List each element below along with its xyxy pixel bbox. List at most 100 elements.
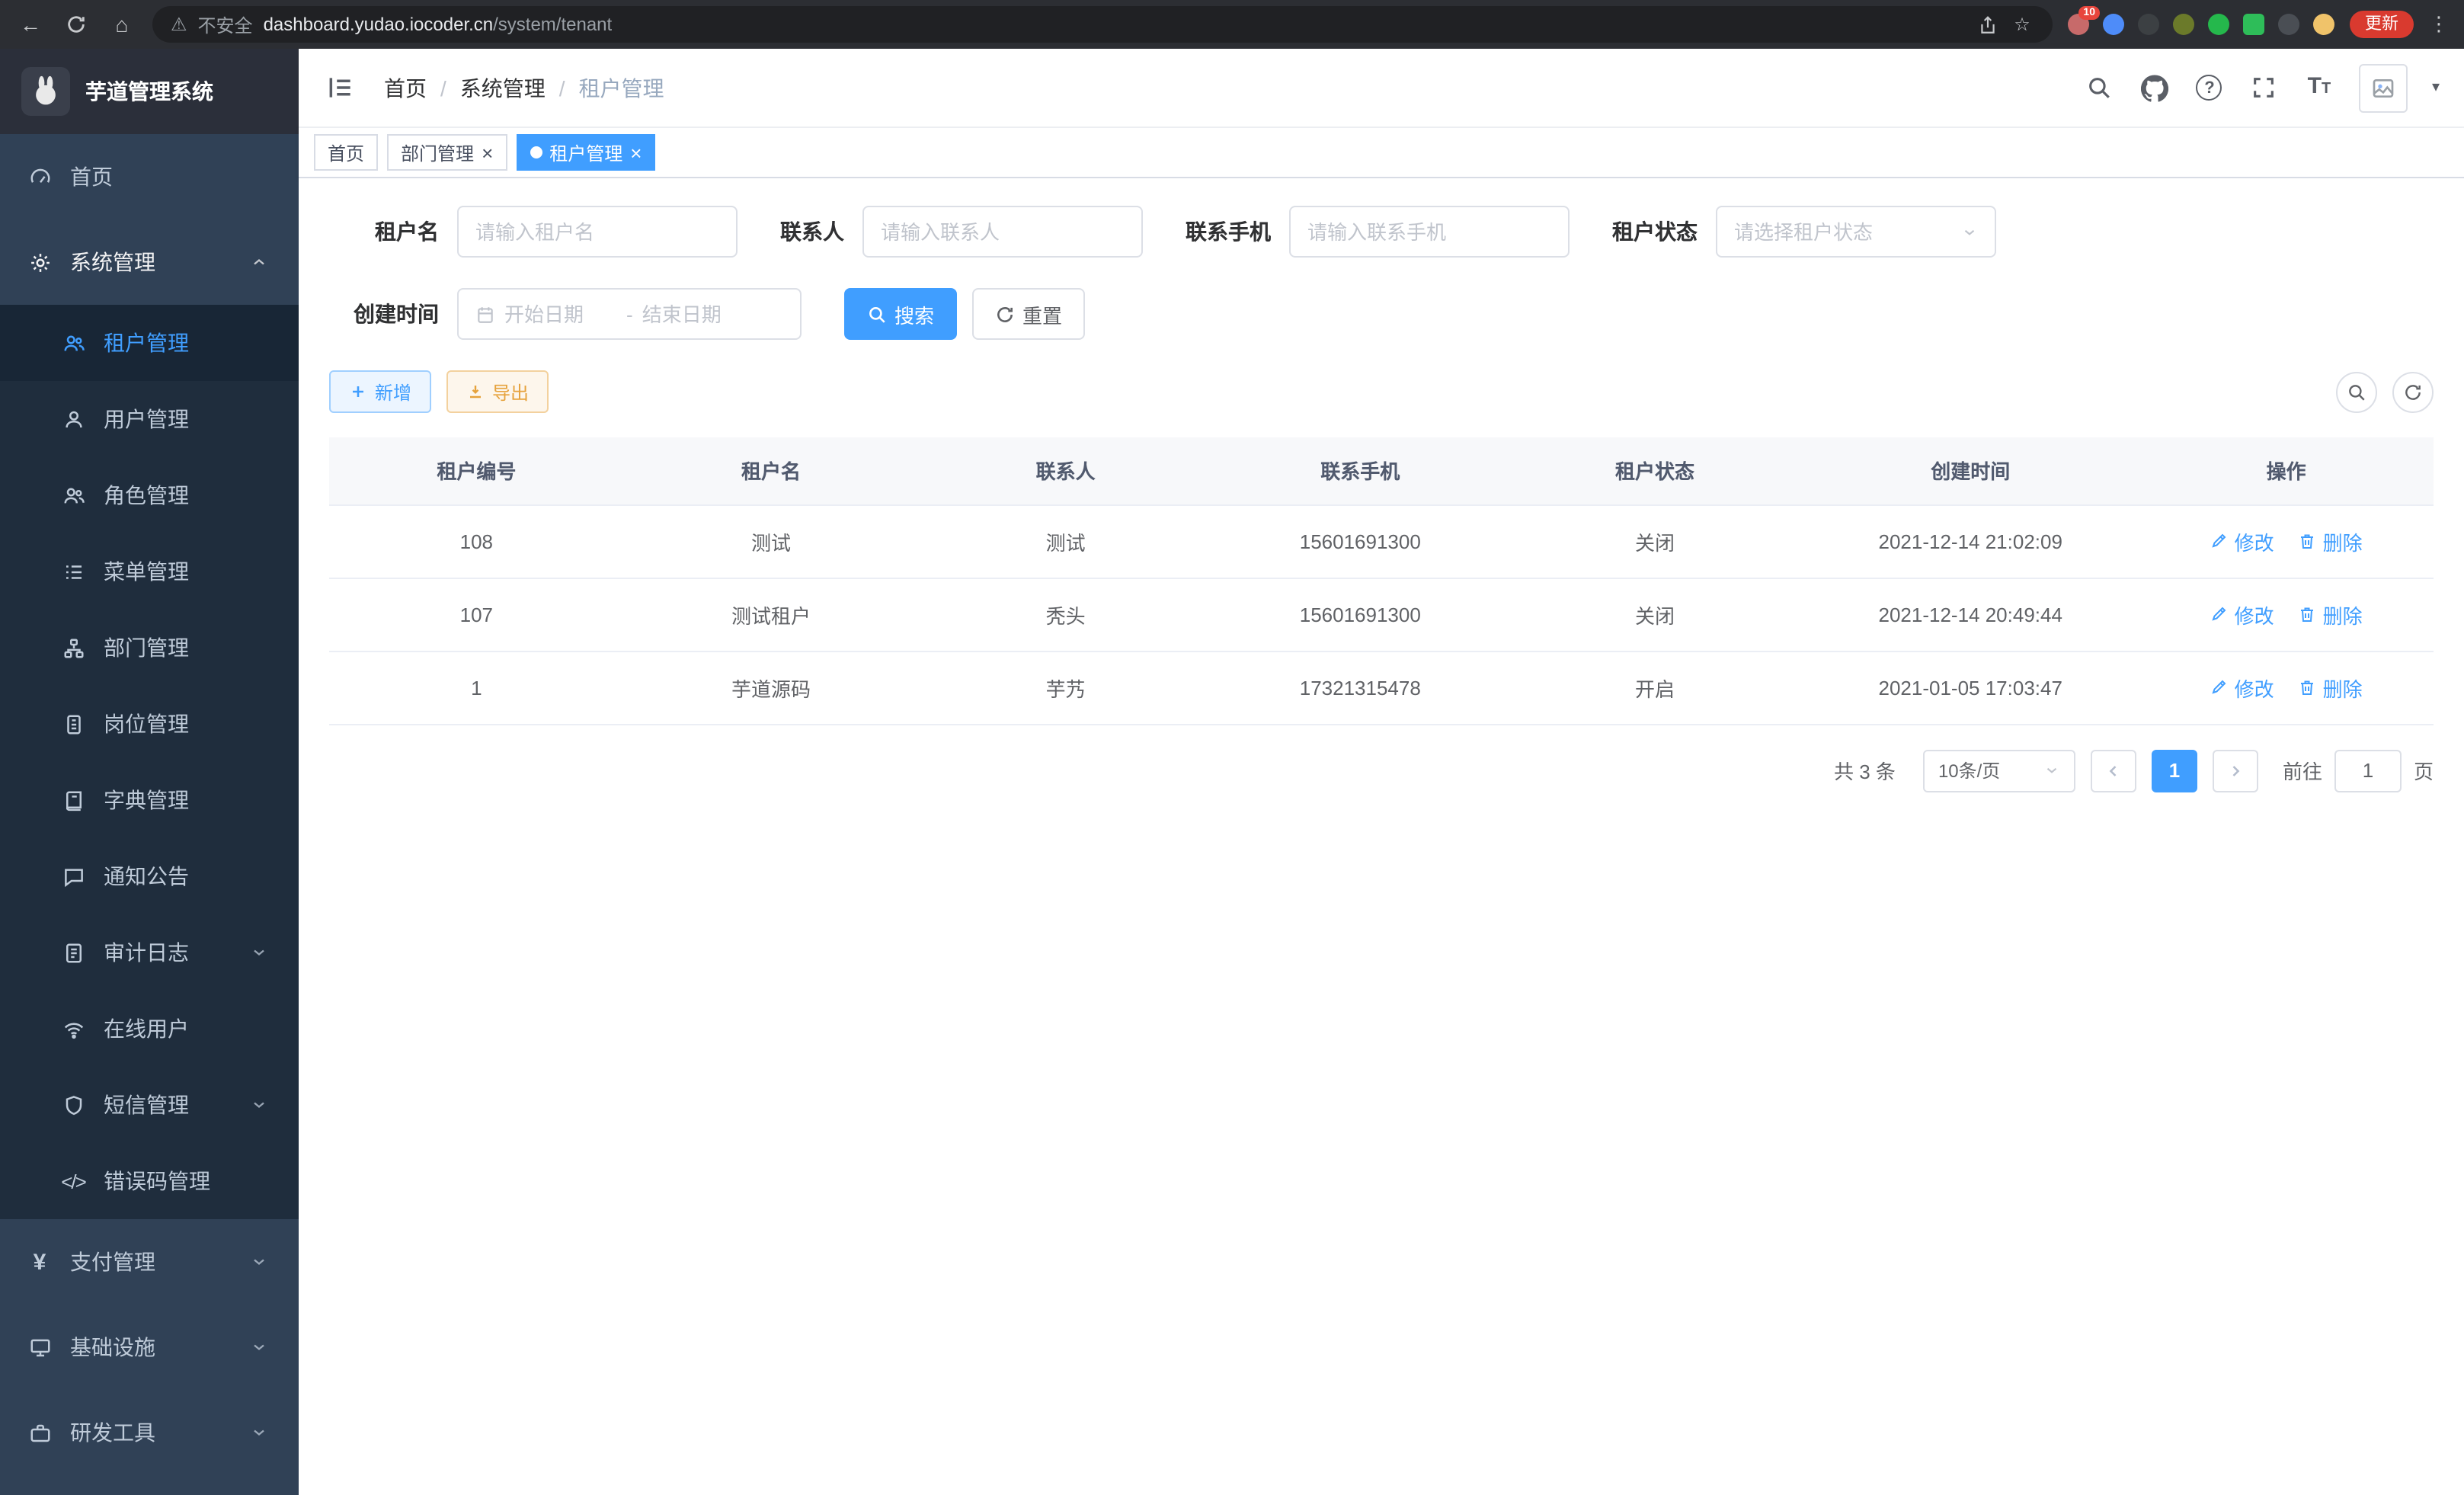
col-actions: 操作 (2139, 437, 2434, 504)
extension-icon-dark[interactable] (2138, 14, 2159, 35)
comment-icon (61, 864, 85, 888)
mobile-input[interactable] (1307, 220, 1551, 243)
col-status: 租户状态 (1508, 437, 1803, 504)
security-label: 不安全 (198, 11, 253, 37)
sidebar-item-infra[interactable]: 基础设施 (0, 1305, 299, 1390)
delete-link[interactable]: 删除 (2299, 600, 2363, 629)
goto-page-input[interactable] (2334, 749, 2402, 792)
url-text: dashboard.yudao.iocoder.cn/system/tenant (264, 14, 613, 35)
sidebar-item-tenant[interactable]: 租户管理 (0, 305, 299, 381)
breadcrumb-separator: / (440, 75, 446, 100)
table-row: 108 测试 测试 15601691300 关闭 2021-12-14 21:0… (329, 504, 2434, 578)
breadcrumb-home[interactable]: 首页 (384, 72, 427, 103)
browser-menu-icon[interactable]: ⋮ (2429, 12, 2449, 37)
export-button[interactable]: 导出 (446, 370, 549, 413)
status-select[interactable] (1716, 206, 1996, 258)
app-title: 芋道管理系统 (85, 76, 213, 107)
screen: ← ⌂ ⚠ 不安全 dashboard.yudao.iocoder.cn/sys… (0, 0, 2464, 1495)
avatar[interactable] (2359, 63, 2408, 112)
cell-contact: 秃头 (918, 578, 1213, 651)
pencil-icon (2210, 532, 2229, 550)
delete-link[interactable]: 删除 (2299, 673, 2363, 702)
log-document-icon (61, 940, 85, 965)
sidebar-item-payment[interactable]: ¥ 支付管理 (0, 1219, 299, 1305)
bookmark-star-icon[interactable]: ☆ (2010, 12, 2034, 37)
page-size-select[interactable]: 10条/页 (1923, 749, 2075, 792)
chevron-down-icon (1961, 223, 1978, 240)
share-icon[interactable] (1975, 12, 1999, 37)
prev-page-button[interactable] (2091, 749, 2136, 792)
status-select-input[interactable] (1734, 220, 1952, 243)
address-bar[interactable]: ⚠ 不安全 dashboard.yudao.iocoder.cn/system/… (152, 6, 2053, 43)
sidebar-item-error-code[interactable]: </> 错误码管理 (0, 1143, 299, 1219)
end-date-input[interactable] (642, 303, 755, 325)
sidebar-item-menu[interactable]: 菜单管理 (0, 533, 299, 610)
browser-home-icon[interactable]: ⌂ (107, 9, 137, 40)
reset-button[interactable]: 重置 (972, 288, 1085, 340)
table-tools (2336, 371, 2434, 412)
tenant-name-input[interactable] (475, 220, 719, 243)
sidebar-item-label: 系统管理 (70, 247, 155, 277)
sidebar-item-notice[interactable]: 通知公告 (0, 838, 299, 914)
sidebar-item-dept[interactable]: 部门管理 (0, 610, 299, 686)
goto-label: 前往 (2283, 756, 2322, 785)
fullscreen-icon[interactable] (2249, 72, 2280, 103)
tab-dept[interactable]: 部门管理 × (387, 134, 507, 171)
extension-icon-green-circle[interactable] (2208, 14, 2229, 35)
extension-icon-yellow-face[interactable] (2313, 14, 2334, 35)
date-range-picker[interactable]: - (457, 288, 802, 340)
trash-icon (2299, 678, 2317, 696)
add-button[interactable]: 新增 (329, 370, 431, 413)
delete-link[interactable]: 删除 (2299, 527, 2363, 555)
github-icon[interactable] (2139, 72, 2170, 103)
extension-icon-olive[interactable] (2173, 14, 2194, 35)
chevron-down-icon (247, 1335, 271, 1359)
sidebar-item-post[interactable]: 岗位管理 (0, 686, 299, 762)
filter-contact: 联系人 (780, 206, 1143, 258)
page-number-1[interactable]: 1 (2152, 749, 2197, 792)
sidebar-item-role[interactable]: 角色管理 (0, 457, 299, 533)
extension-icon-green-square[interactable] (2243, 14, 2264, 35)
contact-input[interactable] (881, 220, 1125, 243)
refresh-table-button[interactable] (2392, 371, 2434, 412)
refresh-icon (995, 304, 1015, 324)
sidebar-item-dict[interactable]: 字典管理 (0, 762, 299, 838)
edit-link[interactable]: 修改 (2210, 527, 2274, 555)
next-page-button[interactable] (2213, 749, 2258, 792)
breadcrumb-separator: / (559, 75, 565, 100)
sidebar-toggle-icon[interactable] (323, 71, 357, 104)
caret-down-icon[interactable]: ▾ (2432, 79, 2440, 96)
browser-chrome: ← ⌂ ⚠ 不安全 dashboard.yudao.iocoder.cn/sys… (0, 0, 2464, 49)
extension-icon-gray[interactable] (2278, 14, 2299, 35)
close-icon[interactable]: × (630, 142, 642, 162)
yen-icon: ¥ (27, 1250, 52, 1274)
sidebar-item-audit-log[interactable]: 审计日志 (0, 914, 299, 991)
font-size-icon[interactable]: TT (2304, 72, 2334, 103)
sidebar-item-sms[interactable]: 短信管理 (0, 1067, 299, 1143)
app-logo[interactable]: 芋道管理系统 (0, 49, 299, 134)
help-icon[interactable]: ? (2194, 72, 2225, 103)
breadcrumb-section[interactable]: 系统管理 (460, 72, 546, 103)
extension-icon-blue[interactable] (2103, 14, 2124, 35)
close-icon[interactable]: × (482, 142, 493, 162)
gear-icon (27, 250, 52, 274)
chevron-down-icon (247, 1093, 271, 1117)
browser-refresh-icon[interactable] (61, 9, 91, 40)
sidebar-item-dev-tools[interactable]: 研发工具 (0, 1390, 299, 1475)
browser-update-button[interactable]: 更新 (2350, 11, 2414, 38)
extension-icon-badged[interactable]: 10 (2068, 14, 2089, 35)
search-icon[interactable] (2085, 72, 2115, 103)
sidebar-item-home[interactable]: 首页 (0, 134, 299, 219)
browser-back-icon[interactable]: ← (15, 9, 46, 40)
tab-home[interactable]: 首页 (314, 134, 378, 171)
tab-tenant[interactable]: 租户管理 × (516, 134, 655, 171)
sidebar-item-online-user[interactable]: 在线用户 (0, 991, 299, 1067)
edit-link[interactable]: 修改 (2210, 600, 2274, 629)
search-button[interactable]: 搜索 (844, 288, 957, 340)
toggle-search-button[interactable] (2336, 371, 2377, 412)
start-date-input[interactable] (504, 303, 617, 325)
chevron-down-icon (2043, 762, 2060, 779)
sidebar-item-system[interactable]: 系统管理 (0, 219, 299, 305)
edit-link[interactable]: 修改 (2210, 673, 2274, 702)
sidebar-item-user[interactable]: 用户管理 (0, 381, 299, 457)
